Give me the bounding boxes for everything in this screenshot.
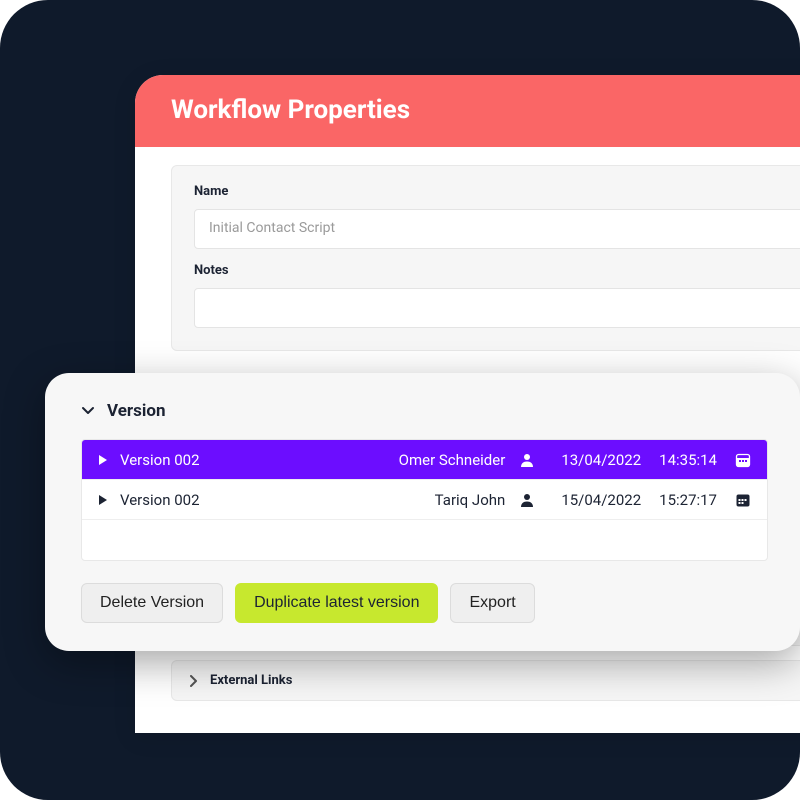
panel-title: Workflow Properties [171, 95, 800, 125]
export-button[interactable]: Export [450, 583, 534, 623]
notes-label: Notes [194, 263, 800, 278]
calendar-icon [735, 452, 751, 468]
calendar-icon [735, 492, 751, 508]
person-icon [519, 492, 535, 508]
chevron-down-icon [81, 406, 95, 416]
chevron-right-icon [190, 675, 198, 687]
version-author: Omer Schneider [399, 451, 506, 469]
version-time: 14:35:14 [659, 451, 717, 469]
version-date: 13/04/2022 [561, 451, 641, 469]
version-row-empty [82, 520, 767, 560]
version-row[interactable]: Version 002 Tariq John 15/04/2022 15:27:… [82, 480, 767, 520]
expand-triangle-icon [98, 454, 112, 466]
version-label: Version 002 [120, 451, 200, 469]
version-time: 15:27:17 [659, 491, 717, 509]
version-label: Version 002 [120, 491, 200, 509]
expand-triangle-icon [98, 494, 112, 506]
duplicate-latest-version-button[interactable]: Duplicate latest version [235, 583, 438, 623]
name-notes-block: Name Initial Contact Script Notes [171, 165, 800, 351]
version-card: Version Version 002 Omer Schneider 13/04… [45, 373, 800, 651]
version-section-header[interactable]: Version [81, 401, 768, 421]
section-title: External Links [210, 673, 292, 688]
external-links-section[interactable]: External Links [171, 660, 800, 701]
notes-input[interactable] [194, 288, 800, 328]
delete-version-button[interactable]: Delete Version [81, 583, 223, 623]
name-label: Name [194, 184, 800, 199]
version-author: Tariq John [435, 491, 506, 509]
panel-header: Workflow Properties [135, 75, 800, 147]
version-table: Version 002 Omer Schneider 13/04/2022 14… [81, 439, 768, 561]
version-section-title: Version [107, 401, 166, 421]
name-input[interactable]: Initial Contact Script [194, 209, 800, 249]
version-button-row: Delete Version Duplicate latest version … [81, 583, 768, 623]
version-date: 15/04/2022 [561, 491, 641, 509]
version-row[interactable]: Version 002 Omer Schneider 13/04/2022 14… [82, 440, 767, 480]
person-icon [519, 452, 535, 468]
